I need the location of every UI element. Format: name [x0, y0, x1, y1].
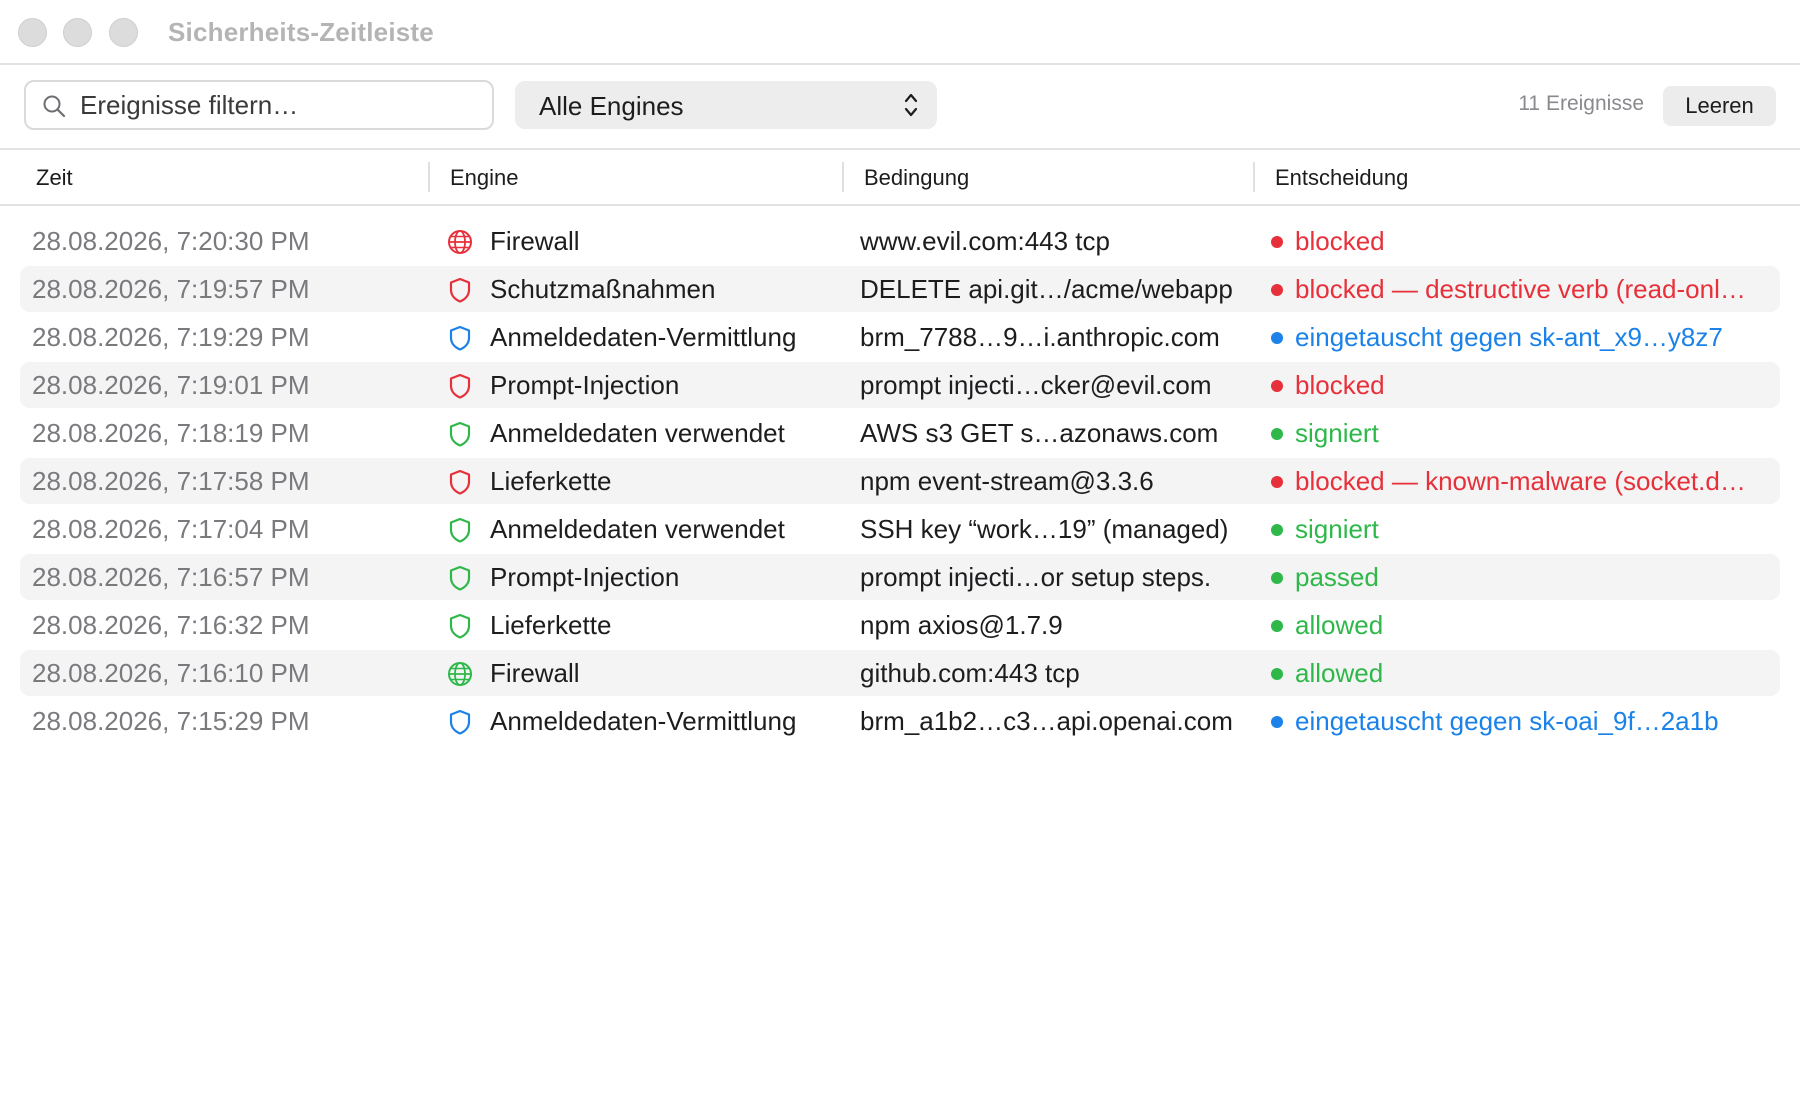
zoom-window-button[interactable]	[109, 18, 138, 47]
event-time: 28.08.2026, 7:17:58 PM	[32, 466, 310, 496]
shield-icon	[446, 324, 474, 352]
event-condition: brm_a1b2…c3…api.openai.com	[860, 706, 1233, 736]
event-decision: blocked — destructive verb (read-onl…	[1295, 274, 1746, 304]
event-engine: Prompt-Injection	[490, 562, 680, 592]
column-header-condition[interactable]: Bedingung	[864, 165, 969, 191]
status-dot	[1271, 476, 1283, 488]
event-condition: github.com:443 tcp	[860, 658, 1080, 688]
table-row[interactable]: 28.08.2026, 7:17:04 PM Anmeldedaten verwe…	[20, 506, 1780, 552]
table-row[interactable]: 28.08.2026, 7:17:58 PM Lieferkette npm eve…	[20, 458, 1780, 504]
event-engine: Anmeldedaten verwendet	[490, 418, 785, 448]
table-row[interactable]: 28.08.2026, 7:16:32 PM Lieferkette npm axi…	[20, 602, 1780, 648]
table-header: Zeit Engine Bedingung Entscheidung	[0, 150, 1800, 206]
title-bar: Sicherheits-Zeitleiste	[0, 0, 1800, 65]
minimize-window-button[interactable]	[63, 18, 92, 47]
event-condition: prompt injecti…cker@evil.com	[860, 370, 1212, 400]
search-input[interactable]	[80, 85, 480, 125]
shield-icon	[446, 420, 474, 448]
event-decision: blocked — known-malware (socket.d…	[1295, 466, 1746, 496]
engine-select[interactable]: Alle Engines	[515, 81, 937, 129]
event-time: 28.08.2026, 7:19:57 PM	[32, 274, 310, 304]
event-time: 28.08.2026, 7:16:57 PM	[32, 562, 310, 592]
event-decision: allowed	[1295, 658, 1384, 688]
event-engine: Lieferkette	[490, 610, 612, 640]
event-time: 28.08.2026, 7:17:04 PM	[32, 514, 310, 544]
table-row[interactable]: 28.08.2026, 7:16:10 PM Firewall github.com…	[20, 650, 1780, 696]
shield-icon	[446, 516, 474, 544]
toolbar: Alle Engines 11 Ereignisse Leeren	[0, 65, 1800, 150]
column-header-engine[interactable]: Engine	[450, 165, 519, 191]
event-engine: Anmeldedaten-Vermittlung	[490, 706, 797, 736]
close-window-button[interactable]	[18, 18, 47, 47]
status-dot	[1271, 524, 1283, 536]
table-row[interactable]: 28.08.2026, 7:20:30 PM Firewall www.evil.c…	[20, 218, 1780, 264]
event-condition: SSH key “work…19” (managed)	[860, 514, 1229, 544]
table-row[interactable]: 28.08.2026, 7:16:57 PM Prompt-Injection pr…	[20, 554, 1780, 600]
status-dot	[1271, 428, 1283, 440]
event-decision: passed	[1295, 562, 1379, 592]
column-header-decision[interactable]: Entscheidung	[1275, 165, 1408, 191]
event-engine: Firewall	[490, 226, 580, 256]
status-dot	[1271, 668, 1283, 680]
column-divider[interactable]	[842, 162, 844, 192]
event-time: 28.08.2026, 7:18:19 PM	[32, 418, 310, 448]
event-time: 28.08.2026, 7:16:10 PM	[32, 658, 310, 688]
event-decision: signiert	[1295, 418, 1379, 448]
globe-icon	[446, 228, 474, 256]
shield-icon	[446, 708, 474, 736]
table-row[interactable]: 28.08.2026, 7:19:01 PM Prompt-Injection pr…	[20, 362, 1780, 408]
status-dot	[1271, 620, 1283, 632]
event-condition: DELETE api.git…/acme/webapp	[860, 274, 1233, 304]
table-row[interactable]: 28.08.2026, 7:19:29 PM Anmeldedaten-Vermi…	[20, 314, 1780, 360]
event-condition: brm_7788…9…i.anthropic.com	[860, 322, 1220, 352]
event-decision: blocked	[1295, 226, 1385, 256]
shield-icon	[446, 276, 474, 304]
status-dot	[1271, 284, 1283, 296]
event-engine: Schutzmaßnahmen	[490, 274, 716, 304]
column-header-time[interactable]: Zeit	[36, 165, 73, 191]
status-dot	[1271, 236, 1283, 248]
event-engine: Anmeldedaten-Vermittlung	[490, 322, 797, 352]
status-dot	[1271, 572, 1283, 584]
status-dot	[1271, 332, 1283, 344]
event-condition: www.evil.com:443 tcp	[860, 226, 1110, 256]
column-divider[interactable]	[428, 162, 430, 192]
search-field[interactable]	[24, 80, 494, 130]
window-title: Sicherheits-Zeitleiste	[168, 17, 434, 47]
clear-button[interactable]: Leeren	[1663, 86, 1776, 126]
table-row[interactable]: 28.08.2026, 7:19:57 PM Schutzmaßnahmen DEL…	[20, 266, 1780, 312]
event-engine: Firewall	[490, 658, 580, 688]
event-time: 28.08.2026, 7:19:29 PM	[32, 322, 310, 352]
event-decision: eingetauscht gegen sk-oai_9f…2a1b	[1295, 706, 1719, 736]
status-dot	[1271, 716, 1283, 728]
event-time: 28.08.2026, 7:15:29 PM	[32, 706, 310, 736]
event-count: 11 Ereignisse	[1518, 92, 1644, 115]
shield-icon	[446, 372, 474, 400]
shield-icon	[446, 564, 474, 592]
event-engine: Prompt-Injection	[490, 370, 680, 400]
shield-icon	[446, 468, 474, 496]
engine-select-value: Alle Engines	[539, 91, 684, 121]
event-decision: blocked	[1295, 370, 1385, 400]
event-decision: eingetauscht gegen sk-ant_x9…y8z7	[1295, 322, 1723, 352]
event-time: 28.08.2026, 7:20:30 PM	[32, 226, 310, 256]
status-dot	[1271, 380, 1283, 392]
shield-icon	[446, 612, 474, 640]
table-row[interactable]: 28.08.2026, 7:18:19 PM Anmeldedaten verwe…	[20, 410, 1780, 456]
column-divider[interactable]	[1253, 162, 1255, 192]
event-condition: npm event-stream@3.3.6	[860, 466, 1154, 496]
event-time: 28.08.2026, 7:16:32 PM	[32, 610, 310, 640]
event-engine: Lieferkette	[490, 466, 612, 496]
event-decision: allowed	[1295, 610, 1384, 640]
event-engine: Anmeldedaten verwendet	[490, 514, 785, 544]
event-condition: npm axios@1.7.9	[860, 610, 1063, 640]
event-condition: prompt injecti…or setup steps.	[860, 562, 1212, 592]
event-time: 28.08.2026, 7:19:01 PM	[32, 370, 310, 400]
event-decision: signiert	[1295, 514, 1379, 544]
table-row[interactable]: 28.08.2026, 7:15:29 PM Anmeldedaten-Vermi…	[20, 698, 1780, 744]
event-condition: AWS s3 GET s…azonaws.com	[860, 418, 1219, 448]
globe-icon	[446, 660, 474, 688]
